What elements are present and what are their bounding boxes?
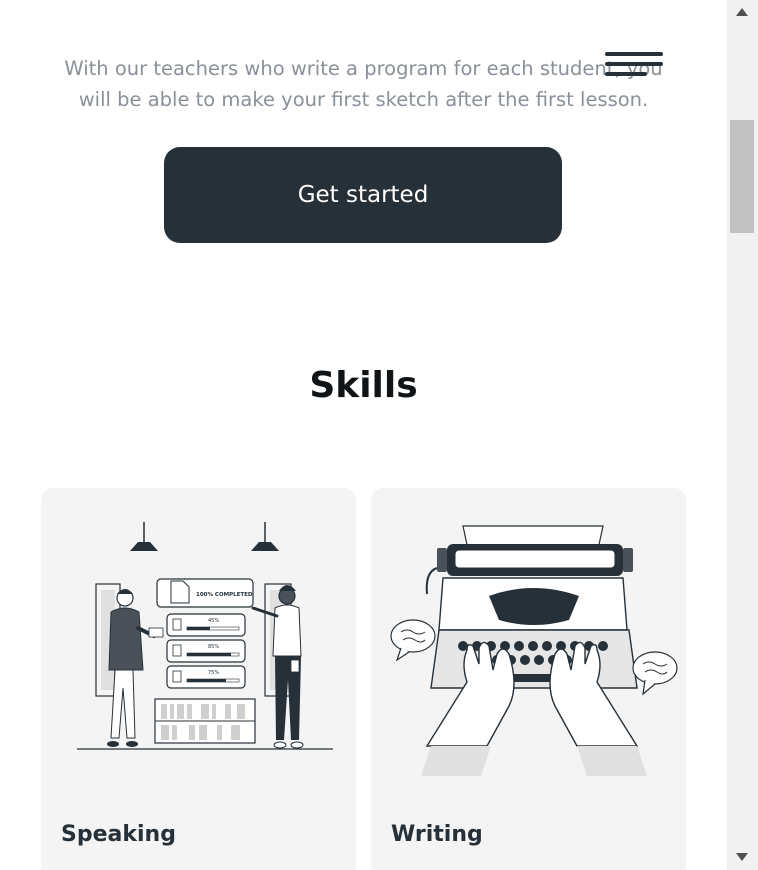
scrollbar-thumb[interactable]	[730, 120, 754, 233]
vertical-scrollbar[interactable]	[727, 0, 758, 870]
arrow-up-icon[interactable]	[736, 8, 748, 16]
intro-text: With our teachers who write a program fo…	[30, 53, 697, 115]
completed-label: 100% COMPLETED	[196, 592, 253, 598]
get-started-button[interactable]: Get started	[164, 147, 562, 243]
skill-card-title: Speaking	[61, 822, 176, 847]
progress-card-2: 85%	[166, 639, 246, 663]
skills-title: Skills	[309, 365, 418, 406]
progress-label-1: 45%	[208, 618, 219, 624]
intro-line-2: will be able to make your first sketch a…	[78, 87, 649, 111]
speaking-illustration: 100% COMPLETED 45% 85% 75%	[77, 522, 333, 750]
progress-card-3: 75%	[166, 665, 246, 689]
skill-card-speaking[interactable]: 100% COMPLETED 45% 85% 75% Speaking	[41, 488, 356, 870]
intro-line-1: With our teachers who write a program fo…	[64, 56, 663, 80]
writing-illustration	[390, 525, 678, 776]
skill-card-title: Writing	[391, 822, 483, 847]
speech-bubble-right	[632, 651, 678, 696]
page: With our teachers who write a program fo…	[0, 0, 727, 870]
progress-label-3: 75%	[208, 670, 219, 676]
progress-label-2: 85%	[208, 644, 219, 650]
progress-card-1: 45%	[166, 613, 246, 637]
arrow-down-icon[interactable]	[736, 853, 748, 861]
hamburger-icon[interactable]	[605, 52, 663, 80]
skill-card-writing[interactable]: Writing	[371, 488, 686, 870]
speech-bubble-left	[390, 619, 436, 662]
